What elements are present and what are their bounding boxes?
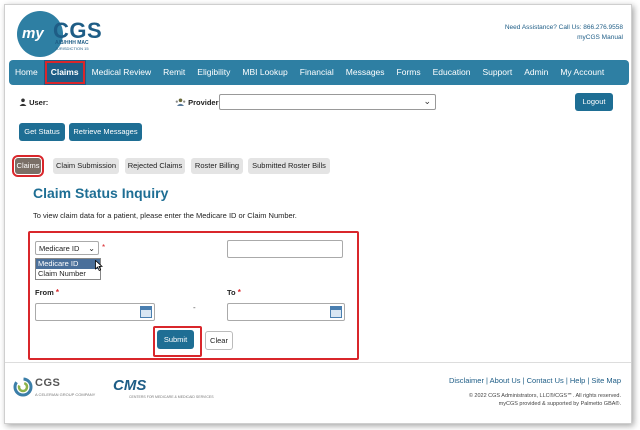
page-title: Claim Status Inquiry bbox=[33, 185, 169, 201]
get-status-button[interactable]: Get Status bbox=[19, 123, 65, 141]
footer-links[interactable]: Disclaimer | About Us | Contact Us | Hel… bbox=[449, 376, 621, 385]
user-label: User: bbox=[19, 98, 48, 107]
nav-item-claims[interactable]: Claims bbox=[43, 60, 86, 85]
date-range-separator: - bbox=[193, 303, 196, 312]
provider-label: Provider: bbox=[175, 98, 221, 107]
nav-item-education[interactable]: Education bbox=[427, 60, 477, 85]
cms-logo: CMS bbox=[113, 377, 147, 394]
cursor-icon bbox=[95, 259, 104, 273]
id-number-input[interactable] bbox=[227, 240, 343, 258]
required-mark: * bbox=[102, 243, 106, 252]
retrieve-messages-button[interactable]: Retrieve Messages bbox=[69, 123, 142, 141]
main-nav: Home Claims Medical Review Remit Eligibility… bbox=[9, 60, 629, 85]
nav-item-messages[interactable]: Messages bbox=[340, 60, 391, 85]
chevron-down-icon: ⌄ bbox=[88, 244, 95, 253]
required-mark: * bbox=[55, 288, 59, 297]
subtab-roster-billing[interactable]: Roster Billing bbox=[191, 158, 243, 174]
id-type-dropdown: Medicare ID Claim Number bbox=[35, 258, 101, 280]
logo-jurisdiction: JURISDICTION 15 bbox=[55, 46, 89, 51]
logout-button[interactable]: Logout bbox=[575, 93, 613, 111]
dropdown-option-medicare-id[interactable]: Medicare ID bbox=[36, 259, 100, 269]
required-mark: * bbox=[237, 288, 241, 297]
subtab-rejected-claims[interactable]: Rejected Claims bbox=[125, 158, 185, 174]
from-label: From * bbox=[35, 288, 59, 297]
calendar-icon[interactable] bbox=[140, 306, 152, 318]
from-date-input[interactable] bbox=[35, 303, 155, 321]
provider-label-text: Provider: bbox=[188, 98, 222, 107]
copyright-line-2: myCGS provided & supported by Palmetto G… bbox=[498, 401, 621, 407]
instruction-text: To view claim data for a patient, please… bbox=[33, 211, 297, 220]
copyright-line-1: © 2022 CGS Administrators, LLC®/CGS℠. Al… bbox=[468, 393, 621, 399]
copyright: © 2022 CGS Administrators, LLC®/CGS℠. Al… bbox=[469, 392, 621, 408]
assistance-info: Need Assistance? Call Us: 866.276.9558 m… bbox=[505, 23, 623, 43]
user-icon bbox=[19, 98, 29, 107]
cms-tagline: CENTERS FOR MEDICARE & MEDICAID SERVICES bbox=[129, 395, 214, 399]
to-label-text: To bbox=[227, 288, 236, 297]
chevron-down-icon: ⌄ bbox=[423, 96, 431, 106]
id-type-value: Medicare ID bbox=[39, 244, 80, 253]
subtab-claim-submission[interactable]: Claim Submission bbox=[53, 158, 119, 174]
dropdown-option-claim-number[interactable]: Claim Number bbox=[36, 269, 100, 279]
cgs-logo-text: CGS bbox=[35, 377, 61, 389]
nav-item-medical-review[interactable]: Medical Review bbox=[86, 60, 158, 85]
submit-button[interactable]: Submit bbox=[157, 330, 194, 349]
subtab-submitted-roster-bills[interactable]: Submitted Roster Bills bbox=[248, 158, 330, 174]
nav-item-forms[interactable]: Forms bbox=[391, 60, 427, 85]
subtab-claims[interactable]: Claims bbox=[12, 155, 44, 177]
id-type-select[interactable]: Medicare ID ⌄ bbox=[35, 241, 99, 255]
logo-my-text: my bbox=[22, 25, 44, 42]
to-label: To * bbox=[227, 288, 241, 297]
user-label-text: User: bbox=[29, 98, 49, 107]
nav-item-remit[interactable]: Remit bbox=[157, 60, 191, 85]
clear-button[interactable]: Clear bbox=[205, 331, 233, 350]
to-date-input[interactable] bbox=[227, 303, 345, 321]
footer-divider bbox=[5, 362, 631, 363]
calendar-icon[interactable] bbox=[330, 306, 342, 318]
provider-icon bbox=[175, 98, 188, 107]
nav-item-admin[interactable]: Admin bbox=[518, 60, 554, 85]
browser-frame: my CGS A/B/HHH MAC JURISDICTION 15 Need … bbox=[4, 4, 632, 424]
assistance-phone: Need Assistance? Call Us: 866.276.9558 bbox=[504, 24, 623, 31]
nav-item-eligibility[interactable]: Eligibility bbox=[191, 60, 236, 85]
provider-select[interactable]: ⌄ bbox=[219, 94, 436, 110]
nav-item-my-account[interactable]: My Account bbox=[554, 60, 610, 85]
cgs-logo-icon bbox=[12, 376, 34, 400]
nav-item-financial[interactable]: Financial bbox=[294, 60, 340, 85]
cgs-tagline: A CELERIAN GROUP COMPANY bbox=[35, 392, 96, 397]
nav-item-home[interactable]: Home bbox=[9, 60, 44, 85]
from-label-text: From bbox=[35, 288, 54, 297]
nav-item-support[interactable]: Support bbox=[476, 60, 518, 85]
manual-link[interactable]: myCGS Manual bbox=[505, 33, 623, 43]
nav-item-mbi-lookup[interactable]: MBI Lookup bbox=[236, 60, 293, 85]
